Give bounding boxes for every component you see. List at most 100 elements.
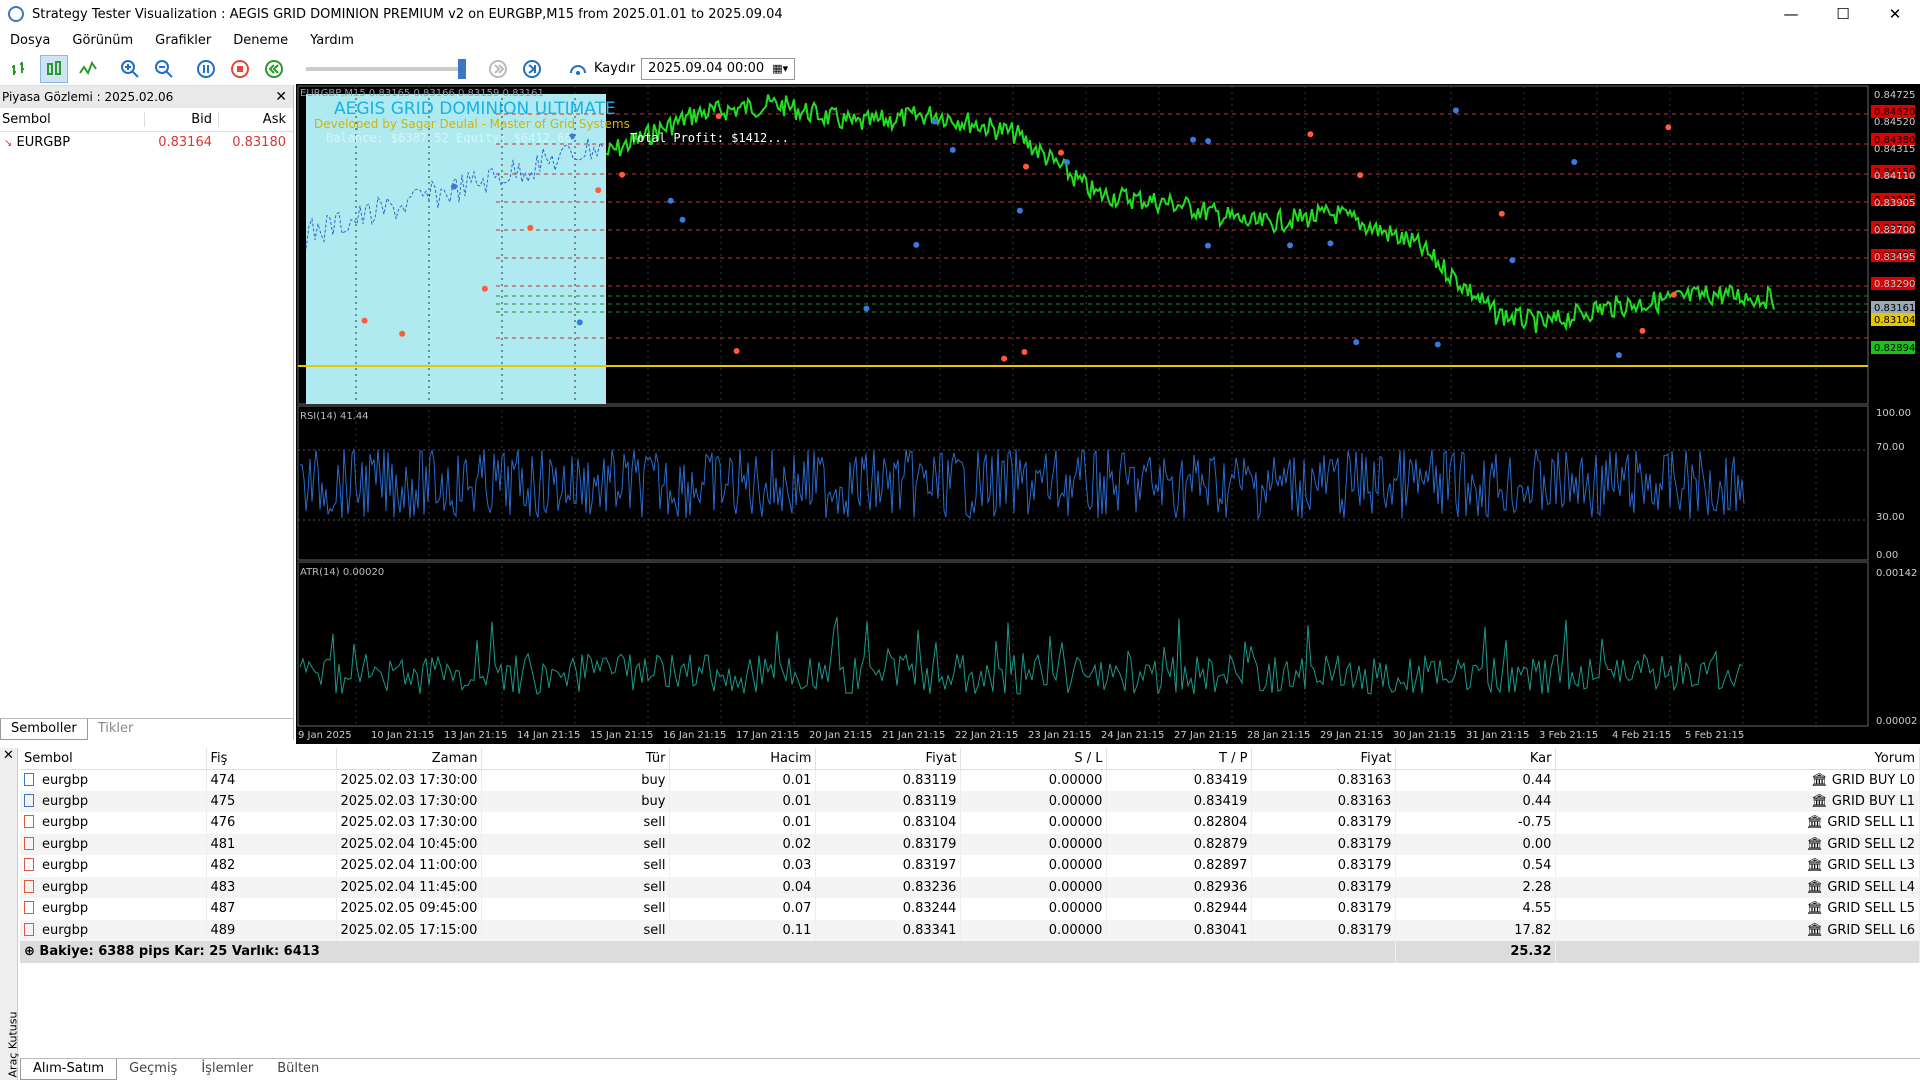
col-current-price[interactable]: Fiyat (1251, 748, 1397, 770)
orders-table: Sembol Fiş Zaman Tür Hacim Fiyat S / L T… (20, 748, 1920, 963)
tab-operations[interactable]: İşlemler (189, 1059, 265, 1080)
order-symbol-text: eurgbp (42, 772, 89, 788)
market-watch-title: Piyasa Gözlemi : 2025.02.06 (2, 90, 174, 104)
order-type: buy (481, 790, 671, 812)
tab-trade[interactable]: Alım-Satım (20, 1059, 118, 1080)
time-axis-label: 10 Jan 21:15 (371, 730, 434, 741)
order-comment: 🏛 GRID SELL L1 (1555, 812, 1920, 834)
time-axis-label: 23 Jan 21:15 (1028, 730, 1091, 741)
order-tp: 0.83419 (1106, 790, 1253, 812)
order-row[interactable]: eurgbp 489 2025.02.05 17:15:00 sell 0.11 0.83… (20, 919, 1920, 941)
col-time[interactable]: Zaman (336, 748, 483, 770)
order-row[interactable]: eurgbp 487 2025.02.05 09:45:00 sell 0.07 0.83… (20, 898, 1920, 920)
order-marker (1001, 355, 1008, 362)
order-profit: 0.44 (1395, 769, 1557, 791)
order-row[interactable]: eurgbp 482 2025.02.04 11:00:00 sell 0.03 0.83… (20, 855, 1920, 877)
tab-history[interactable]: Geçmiş (117, 1059, 189, 1080)
order-symbol: eurgbp (20, 812, 207, 834)
date-picker[interactable]: 2025.09.04 00:00 ▦▾ (641, 57, 796, 80)
order-volume: 0.11 (669, 919, 817, 941)
order-comment-text: GRID SELL L3 (1827, 858, 1915, 874)
zoom-in-icon[interactable] (116, 55, 144, 83)
col-bid[interactable]: Bid (144, 112, 218, 127)
toolbox-close-icon[interactable]: ✕ (0, 748, 17, 763)
chart-canvas[interactable]: 0.846200.843800.841500.839450.837400.835… (296, 84, 1920, 744)
maximize-button[interactable]: ☐ (1820, 0, 1866, 28)
order-volume: 0.01 (669, 812, 817, 834)
market-watch-row[interactable]: ↘ EURGBP 0.83164 0.83180 (0, 132, 293, 152)
order-document-icon (24, 793, 34, 807)
col-sl[interactable]: S / L (960, 748, 1108, 770)
col-ask[interactable]: Ask (218, 112, 292, 127)
col-symbol[interactable]: Sembol (20, 748, 207, 770)
order-row[interactable]: eurgbp 481 2025.02.04 10:45:00 sell 0.02 0.83… (20, 833, 1920, 855)
order-comment-text: GRID BUY L0 (1831, 772, 1915, 788)
tab-symbols[interactable]: Semboller (0, 719, 88, 740)
order-marker (1434, 341, 1441, 348)
rewind-icon[interactable] (260, 55, 288, 83)
order-marker (1023, 163, 1030, 170)
col-tp[interactable]: T / P (1106, 748, 1253, 770)
order-marker (527, 224, 534, 231)
col-symbol[interactable]: Sembol (0, 112, 144, 127)
order-row[interactable]: eurgbp 476 2025.02.03 17:30:00 sell 0.01 0.83… (20, 812, 1920, 834)
symbol-name: EURGBP (16, 134, 71, 150)
scroll-label: Kaydır (594, 61, 636, 76)
minimize-button[interactable]: — (1768, 0, 1814, 28)
col-volume[interactable]: Hacim (669, 748, 817, 770)
plus-circle-icon[interactable]: ⊕ (24, 944, 39, 959)
price-chart[interactable]: 0.84620 0.84380 0.84150 0.83945 0.83740 0.835… (296, 84, 1920, 744)
order-volume: 0.03 (669, 855, 817, 877)
order-marker (1204, 242, 1211, 249)
order-marker (1670, 291, 1677, 298)
order-symbol: eurgbp (20, 855, 207, 877)
speed-slider[interactable] (306, 58, 466, 79)
menu-test[interactable]: Deneme (223, 33, 300, 48)
calendar-icon[interactable]: ▦▾ (772, 62, 788, 75)
order-row[interactable]: eurgbp 475 2025.02.03 17:30:00 buy 0.01 0.831… (20, 790, 1920, 812)
close-icon[interactable]: ✕ (275, 89, 287, 105)
order-profit: -0.75 (1395, 812, 1557, 834)
tab-ticks[interactable]: Tikler (88, 719, 144, 740)
rsi-axis-label: 0.00 (1876, 550, 1898, 561)
col-profit[interactable]: Kar (1395, 748, 1557, 770)
window-title: Strategy Tester Visualization : AEGIS GR… (32, 6, 783, 22)
toolbox-panel: ✕ Araç Kutusu Sembol Fiş Zaman Tür Hacim… (0, 748, 1920, 1080)
order-time: 2025.02.04 11:00:00 (336, 855, 483, 877)
candlestick-chart-icon[interactable] (40, 54, 68, 83)
order-marker (1307, 131, 1314, 138)
menu-view[interactable]: Görünüm (62, 33, 145, 48)
speed-slider-thumb[interactable] (458, 58, 466, 79)
col-comment[interactable]: Yorum (1555, 748, 1920, 770)
scroll-icon[interactable] (564, 55, 592, 83)
order-cur: 0.83179 (1251, 812, 1397, 834)
menu-help[interactable]: Yardım (300, 33, 366, 48)
step-forward-icon[interactable] (518, 55, 546, 83)
stop-icon[interactable] (226, 55, 254, 83)
col-type[interactable]: Tür (481, 748, 671, 770)
order-cur: 0.83179 (1251, 876, 1397, 898)
bar-chart-icon[interactable] (6, 55, 34, 83)
time-axis-label: 14 Jan 21:15 (517, 730, 580, 741)
time-axis-label: 28 Jan 21:15 (1247, 730, 1310, 741)
order-marker (1021, 349, 1028, 356)
down-arrow-icon: ↘ (4, 137, 13, 149)
zoom-out-icon[interactable] (150, 55, 178, 83)
time-axis-label: 20 Jan 21:15 (809, 730, 872, 741)
bank-icon: 🏛 (1811, 793, 1832, 809)
order-ticket: 487 (206, 898, 337, 920)
close-button[interactable]: ✕ (1872, 0, 1918, 28)
order-row[interactable]: eurgbp 474 2025.02.03 17:30:00 buy 0.01 0.831… (20, 769, 1920, 791)
col-ticket[interactable]: Fiş (206, 748, 337, 770)
tab-journal[interactable]: Bülten (265, 1059, 331, 1080)
menu-file[interactable]: Dosya (0, 33, 62, 48)
order-marker (1190, 136, 1197, 143)
menu-charts[interactable]: Grafikler (145, 33, 223, 48)
col-price[interactable]: Fiyat (815, 748, 962, 770)
order-marker (399, 330, 406, 337)
order-row[interactable]: eurgbp 483 2025.02.04 11:45:00 sell 0.04 0.83… (20, 876, 1920, 898)
pause-icon[interactable] (192, 55, 220, 83)
skip-icon[interactable] (484, 55, 512, 83)
line-chart-icon[interactable] (74, 55, 102, 83)
rsi-label: RSI(14) 41.44 (300, 411, 369, 422)
